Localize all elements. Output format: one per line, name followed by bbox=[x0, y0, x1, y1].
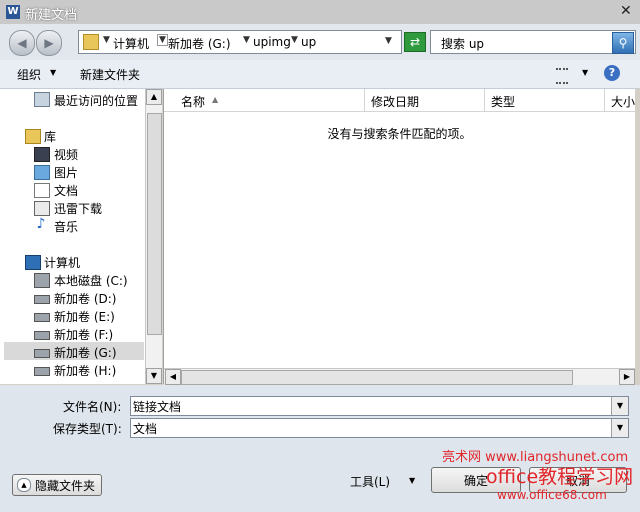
system-disk-icon bbox=[34, 273, 50, 288]
filename-label: 文件名(N): bbox=[63, 400, 122, 414]
nav-item-pictures[interactable]: 图片 bbox=[54, 164, 78, 181]
watermark-title: office教程学习网 bbox=[486, 466, 634, 488]
filename-field[interactable]: 链接文档 ▼ bbox=[130, 396, 629, 416]
chevron-down-icon[interactable]: ▼ bbox=[291, 35, 298, 45]
document-icon bbox=[34, 183, 50, 198]
dialog-footer: 文件名(N): 链接文档 ▼ 保存类型(T): 文档 ▼ 亮术网 www.lia… bbox=[0, 385, 640, 512]
scroll-left-icon[interactable]: ◀ bbox=[165, 369, 181, 385]
scroll-down-icon[interactable]: ▼ bbox=[146, 368, 162, 384]
chevron-down-icon[interactable]: ▼ bbox=[50, 68, 56, 77]
picture-icon bbox=[34, 165, 50, 180]
search-box[interactable]: 搜索 up ⚲ bbox=[430, 30, 636, 54]
file-list-pane: 名称 ▲ 修改日期 类型 大小 没有与搜索条件匹配的项。 ◀ ▶ bbox=[163, 89, 635, 385]
address-history-dropdown-icon[interactable]: ▼ bbox=[385, 36, 392, 46]
scrollbar-thumb[interactable] bbox=[147, 113, 162, 335]
column-divider[interactable] bbox=[364, 89, 365, 111]
nav-item-libraries[interactable]: 库 bbox=[44, 128, 56, 145]
library-icon bbox=[25, 129, 41, 144]
watermark-url: www.office68.com bbox=[497, 488, 607, 502]
empty-result-message: 没有与搜索条件匹配的项。 bbox=[327, 127, 472, 141]
recent-places-icon bbox=[34, 92, 50, 107]
nav-item-documents[interactable]: 文档 bbox=[54, 182, 78, 199]
nav-item-drive-d[interactable]: 新加卷 (D:) bbox=[54, 290, 116, 307]
column-size[interactable]: 大小 bbox=[611, 93, 635, 110]
hard-drive-icon bbox=[34, 313, 50, 322]
hard-drive-icon bbox=[34, 331, 50, 340]
window-title: 新建文档 bbox=[25, 8, 78, 23]
nav-item-drive-f[interactable]: 新加卷 (F:) bbox=[54, 326, 113, 343]
chevron-down-icon[interactable]: ▼ bbox=[611, 419, 628, 437]
horizontal-scrollbar[interactable]: ◀ ▶ bbox=[164, 368, 635, 385]
column-modified-date[interactable]: 修改日期 bbox=[371, 93, 419, 110]
column-divider[interactable] bbox=[604, 89, 605, 111]
navigation-bar: ◀ ▶ ▼ 计算机 ▼ 新加卷 (G:) ▼ upimg ▼ up ▼ ⇄ 搜索… bbox=[0, 24, 640, 60]
column-name[interactable]: 名称 bbox=[181, 93, 205, 110]
tools-menu-button[interactable]: 工具(L) bbox=[350, 473, 390, 490]
title-bar: W 新建文档 ✕ bbox=[0, 0, 640, 25]
back-arrow-icon: ◀ bbox=[17, 36, 27, 50]
column-type[interactable]: 类型 bbox=[491, 93, 515, 110]
breadcrumb-upimg[interactable]: upimg bbox=[253, 35, 291, 49]
filename-input[interactable]: 链接文档 bbox=[133, 398, 181, 415]
filetype-select[interactable]: 文档 ▼ bbox=[130, 418, 629, 438]
music-icon: ♪ bbox=[36, 216, 46, 232]
computer-icon bbox=[25, 255, 41, 270]
sort-ascending-icon: ▲ bbox=[212, 95, 219, 104]
hide-folders-label: 隐藏文件夹 bbox=[35, 479, 96, 493]
scrollbar-thumb[interactable] bbox=[181, 370, 573, 385]
view-options-icon[interactable] bbox=[556, 68, 568, 84]
search-input[interactable]: 搜索 up bbox=[441, 35, 484, 52]
hard-drive-icon bbox=[34, 367, 50, 376]
column-divider[interactable] bbox=[484, 89, 485, 111]
forward-button[interactable]: ▶ bbox=[36, 30, 62, 56]
nav-item-video[interactable]: 视频 bbox=[54, 146, 78, 163]
chevron-down-icon[interactable]: ▼ bbox=[103, 35, 110, 45]
scroll-up-icon[interactable]: ▲ bbox=[146, 89, 162, 105]
filetype-label: 保存类型(T): bbox=[53, 422, 122, 436]
nav-item-recent[interactable]: 最近访问的位置 bbox=[54, 92, 138, 109]
command-toolbar: 组织 ▼ 新建文件夹 ▼ ? bbox=[0, 60, 640, 89]
breadcrumb-up[interactable]: up bbox=[301, 35, 316, 49]
column-header: 名称 ▲ 修改日期 类型 大小 bbox=[164, 89, 635, 112]
chevron-down-icon[interactable]: ▼ bbox=[582, 68, 588, 77]
nav-item-drive-e[interactable]: 新加卷 (E:) bbox=[54, 308, 115, 325]
nav-item-drive-c[interactable]: 本地磁盘 (C:) bbox=[54, 272, 128, 289]
new-folder-button[interactable]: 新建文件夹 bbox=[80, 66, 140, 83]
organize-button[interactable]: 组织 bbox=[17, 66, 41, 83]
nav-item-drive-g[interactable]: 新加卷 (G:) bbox=[54, 344, 117, 361]
navigation-pane: 最近访问的位置 库 视频 图片 文档 迅雷下载 ♪ 音乐 计算机 本地磁盘 (C… bbox=[0, 89, 162, 384]
address-bar[interactable]: ▼ 计算机 ▼ 新加卷 (G:) ▼ upimg ▼ up ▼ bbox=[78, 30, 402, 54]
search-button[interactable]: ⚲ bbox=[612, 32, 634, 54]
chevron-down-icon[interactable]: ▼ bbox=[409, 476, 415, 485]
hard-drive-icon bbox=[34, 349, 50, 358]
scroll-right-icon[interactable]: ▶ bbox=[619, 369, 635, 385]
breadcrumb-drive-g[interactable]: 新加卷 (G:) bbox=[168, 35, 231, 52]
word-app-icon: W bbox=[6, 5, 20, 19]
chevron-up-icon: ▲ bbox=[17, 478, 31, 492]
nav-item-xunlei-download[interactable]: 迅雷下载 bbox=[54, 200, 102, 217]
breadcrumb-computer[interactable]: 计算机 bbox=[113, 35, 149, 52]
hard-drive-icon bbox=[34, 295, 50, 304]
chevron-down-icon[interactable]: ▼ bbox=[157, 34, 168, 46]
forward-arrow-icon: ▶ bbox=[44, 36, 54, 50]
download-icon bbox=[34, 201, 50, 216]
refresh-button[interactable]: ⇄ bbox=[404, 32, 426, 52]
search-icon: ⚲ bbox=[618, 36, 628, 50]
close-icon[interactable]: ✕ bbox=[620, 3, 632, 19]
nav-item-drive-h[interactable]: 新加卷 (H:) bbox=[54, 362, 116, 379]
help-icon[interactable]: ? bbox=[604, 65, 620, 81]
folder-icon bbox=[83, 34, 99, 50]
video-icon bbox=[34, 147, 50, 162]
nav-item-computer[interactable]: 计算机 bbox=[44, 254, 80, 271]
chevron-down-icon[interactable]: ▼ bbox=[611, 397, 628, 415]
hide-folders-button[interactable]: ▲ 隐藏文件夹 bbox=[12, 474, 102, 496]
back-button[interactable]: ◀ bbox=[9, 30, 35, 56]
nav-pane-scrollbar[interactable]: ▲ ▼ bbox=[145, 89, 162, 384]
chevron-down-icon[interactable]: ▼ bbox=[243, 35, 250, 45]
nav-item-music[interactable]: 音乐 bbox=[54, 218, 78, 235]
refresh-icon: ⇄ bbox=[409, 35, 421, 49]
filetype-value: 文档 bbox=[133, 422, 158, 436]
